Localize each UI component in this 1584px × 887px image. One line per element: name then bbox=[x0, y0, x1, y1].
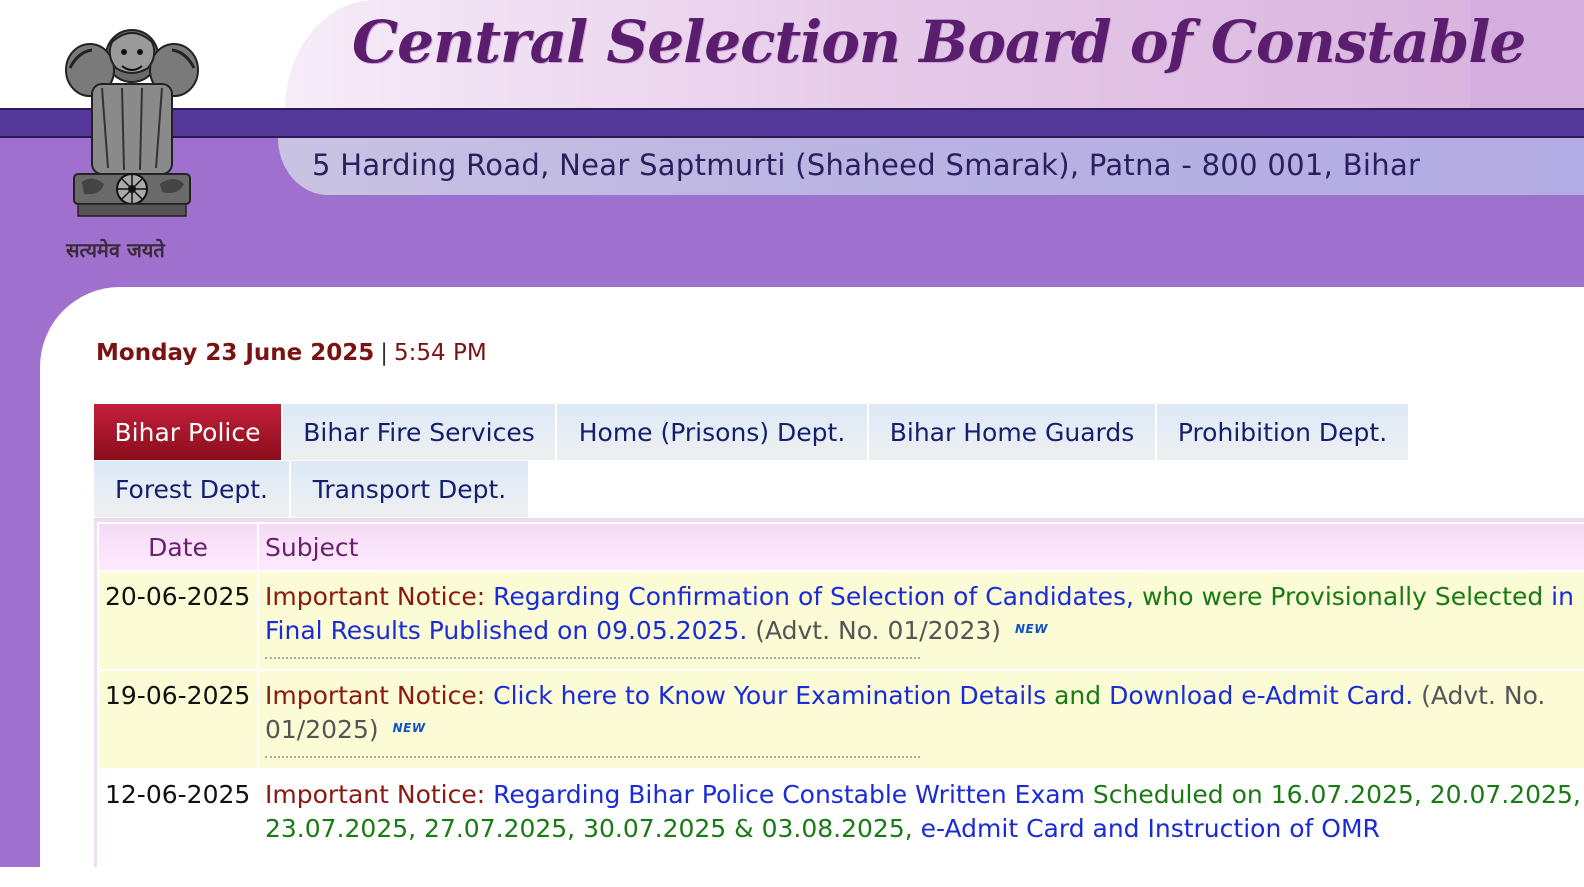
tab-prohibition-dept[interactable]: Prohibition Dept. bbox=[1157, 404, 1408, 460]
notice-prefix: Important Notice: bbox=[265, 582, 486, 611]
notice-date: 12-06-2025 bbox=[105, 780, 251, 809]
notice-text: who were Provisionally Selected bbox=[1141, 582, 1544, 611]
notice-prefix: Important Notice: bbox=[265, 780, 486, 809]
notice-link[interactable]: e-Admit Card and Instruction of OMR bbox=[921, 814, 1380, 843]
current-time: 5:54 PM bbox=[394, 340, 487, 366]
tab-transport-dept[interactable]: Transport Dept. bbox=[291, 461, 528, 517]
datetime-separator: | bbox=[380, 340, 389, 366]
notice-date: 19-06-2025 bbox=[99, 671, 257, 768]
column-header-date: Date bbox=[99, 524, 257, 570]
new-badge-icon: NEW bbox=[392, 721, 426, 735]
notice-link[interactable]: Regarding Bihar Police Constable Written… bbox=[493, 780, 1085, 809]
notice-text: and bbox=[1054, 681, 1102, 710]
table-row: 12-06-2025 Important Notice: Regarding B… bbox=[99, 770, 1584, 856]
notice-date: 20-06-2025 bbox=[99, 572, 257, 669]
site-address: 5 Harding Road, Near Saptmurti (Shaheed … bbox=[312, 148, 1421, 182]
notice-subject: Important Notice: Regarding Bihar Police… bbox=[259, 770, 1584, 856]
new-badge-icon: NEW bbox=[1015, 622, 1048, 636]
notices-table-container: Date Subject 20-06-2025 Important Notice… bbox=[94, 518, 1584, 867]
site-title: Central Selection Board of Constable bbox=[352, 8, 1526, 76]
tab-bihar-fire-services[interactable]: Bihar Fire Services bbox=[283, 404, 555, 460]
table-row: 20-06-2025 Important Notice: Regarding C… bbox=[99, 572, 1584, 669]
notice-subject: Important Notice: Regarding Confirmation… bbox=[259, 572, 1584, 669]
tab-home-prisons-dept[interactable]: Home (Prisons) Dept. bbox=[557, 404, 867, 460]
header-divider-bar bbox=[0, 108, 1584, 138]
row-divider bbox=[265, 748, 920, 758]
notice-link[interactable]: Download e-Admit Card. bbox=[1109, 681, 1413, 710]
notice-prefix: Important Notice: bbox=[265, 681, 486, 710]
current-datetime: Monday 23 June 2025 | 5:54 PM bbox=[96, 340, 487, 366]
row-divider bbox=[265, 649, 920, 659]
tab-bihar-home-guards[interactable]: Bihar Home Guards bbox=[869, 404, 1155, 460]
notice-link[interactable]: Click here to Know Your Examination Deta… bbox=[493, 681, 1046, 710]
national-emblem-icon bbox=[65, 29, 199, 217]
notices-table: Date Subject 20-06-2025 Important Notice… bbox=[97, 522, 1584, 858]
tab-forest-dept[interactable]: Forest Dept. bbox=[94, 461, 289, 517]
notice-advt: (Advt. No. 01/2023) bbox=[755, 616, 1002, 645]
notice-subject: Important Notice: Click here to Know You… bbox=[259, 671, 1584, 768]
notice-link[interactable]: Regarding Confirmation of Selection of C… bbox=[493, 582, 1134, 611]
current-date: Monday 23 June 2025 bbox=[96, 340, 375, 366]
column-header-subject: Subject bbox=[259, 524, 1584, 570]
table-row: 19-06-2025 Important Notice: Click here … bbox=[99, 671, 1584, 768]
tab-bihar-police[interactable]: Bihar Police bbox=[94, 404, 281, 460]
table-header-row: Date Subject bbox=[99, 524, 1584, 570]
emblem-motto: सत्यमेव जयते bbox=[66, 238, 165, 262]
